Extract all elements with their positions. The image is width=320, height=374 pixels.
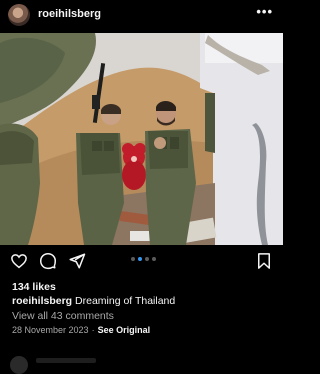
share-icon[interactable] bbox=[68, 252, 86, 270]
more-options-icon[interactable]: ••• bbox=[256, 4, 273, 19]
avatar[interactable] bbox=[8, 4, 30, 26]
carousel-indicator bbox=[131, 257, 156, 261]
heart-icon[interactable] bbox=[10, 252, 28, 270]
next-post-header bbox=[36, 358, 96, 363]
post-photo[interactable] bbox=[0, 33, 283, 245]
post-header: roeihilsberg ••• bbox=[0, 0, 283, 30]
like-count[interactable]: 134 likes bbox=[12, 281, 56, 293]
carousel-dot bbox=[131, 257, 135, 261]
post-date-row: 28 November 2023 · See Original bbox=[12, 325, 150, 335]
see-original-link[interactable]: See Original bbox=[98, 325, 151, 335]
caption-username[interactable]: roeihilsberg bbox=[12, 295, 72, 307]
post-date: 28 November 2023 bbox=[12, 325, 89, 335]
post-username[interactable]: roeihilsberg bbox=[38, 8, 101, 20]
view-comments-link[interactable]: View all 43 comments bbox=[12, 310, 114, 322]
carousel-dot bbox=[152, 257, 156, 261]
caption-text: Dreaming of Thailand bbox=[75, 295, 176, 307]
separator: · bbox=[91, 325, 95, 335]
comment-icon[interactable] bbox=[39, 252, 57, 270]
carousel-dot bbox=[145, 257, 149, 261]
next-post-avatar[interactable] bbox=[10, 356, 28, 374]
post-caption: roeihilsberg Dreaming of Thailand bbox=[12, 295, 175, 307]
carousel-dot-active bbox=[138, 257, 142, 261]
bookmark-icon[interactable] bbox=[255, 252, 273, 270]
action-bar bbox=[0, 252, 283, 272]
